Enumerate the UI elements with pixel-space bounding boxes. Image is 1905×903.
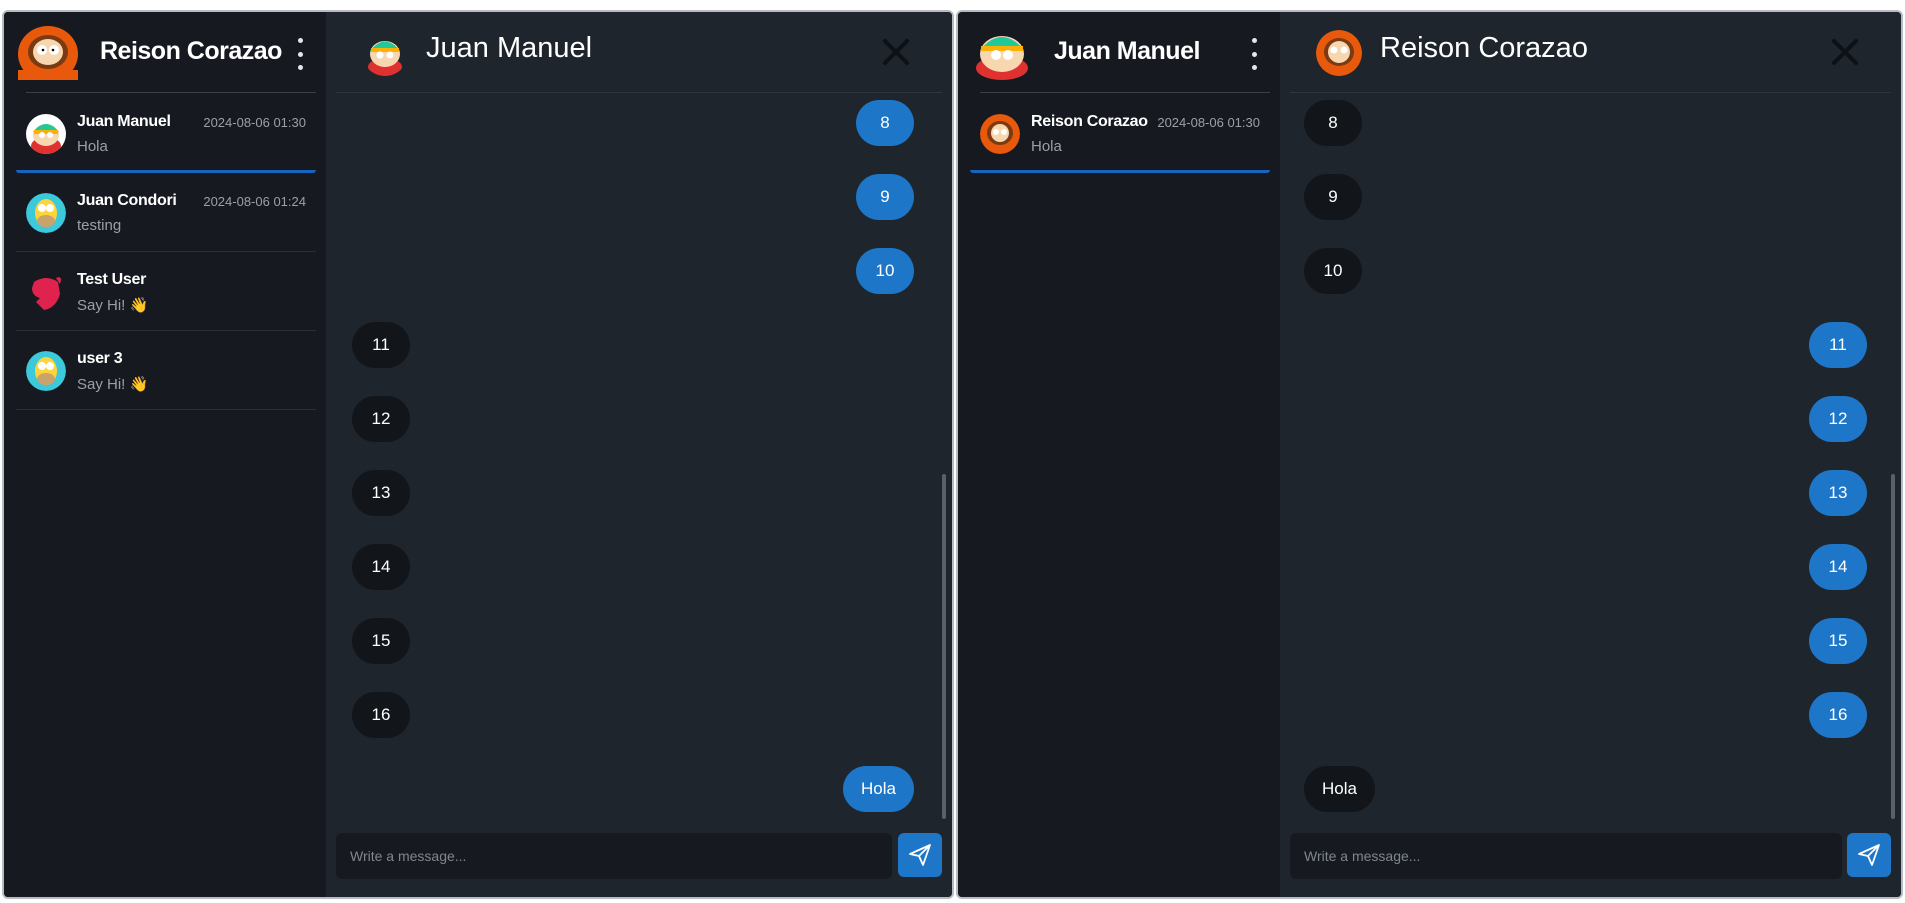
- scrollbar[interactable]: [942, 94, 948, 819]
- message-bubble: 13: [352, 470, 410, 516]
- message-bubble: 13: [1809, 470, 1867, 516]
- conversation-time: 2024-08-06 01:30: [1157, 115, 1260, 130]
- divider: [980, 92, 1270, 93]
- message-list: 8 9 10 11 12 13 14 15 16 Hola: [326, 94, 938, 815]
- message-composer: [336, 833, 942, 879]
- conversation-name: Juan Manuel: [77, 113, 171, 130]
- chat-panel: Juan Manuel 8 9 10 11 12 13 14 15 16 Hol…: [326, 12, 952, 897]
- message-bubble: 14: [1809, 544, 1867, 590]
- current-user-name: Juan Manuel: [1054, 37, 1200, 65]
- sidebar: Juan Manuel Reison Corazao 2024-08-06 01…: [958, 12, 1280, 897]
- conversation-name: user 3: [77, 350, 123, 367]
- more-options-icon[interactable]: [1250, 38, 1258, 70]
- message-bubble: Hola: [1304, 766, 1375, 812]
- chat-header: Juan Manuel: [326, 12, 952, 93]
- sidebar-header: Juan Manuel: [958, 12, 1280, 93]
- chat-window-juan: Juan Manuel Reison Corazao 2024-08-06 01…: [956, 10, 1903, 899]
- send-icon: [1858, 844, 1880, 866]
- conversation-name: Reison Corazao: [1031, 113, 1148, 130]
- message-bubble: 9: [856, 174, 914, 220]
- chat-panel: Reison Corazao 8 9 10 11 12 13 14 15 16 …: [1280, 12, 1901, 897]
- conversation-preview: testing: [77, 217, 122, 234]
- divider: [336, 92, 942, 93]
- scrollbar[interactable]: [1891, 94, 1897, 819]
- message-bubble: 8: [1304, 100, 1362, 146]
- kenny-avatar: [980, 114, 1020, 154]
- conversation-name: Juan Condori: [77, 192, 177, 209]
- conversation-preview: Hola: [77, 138, 108, 155]
- conversation-item-juan-condori[interactable]: Juan Condori 2024-08-06 01:24 testing: [16, 173, 316, 252]
- chat-title: Juan Manuel: [426, 32, 593, 64]
- cartman-avatar[interactable]: [972, 24, 1032, 80]
- scrollbar-thumb[interactable]: [1891, 474, 1895, 819]
- message-composer: [1290, 833, 1891, 879]
- conversation-time: 2024-08-06 01:30: [203, 115, 306, 130]
- message-bubble: 16: [352, 692, 410, 738]
- conversation-time: 2024-08-06 01:24: [203, 194, 306, 209]
- cartman-avatar: [368, 41, 402, 76]
- chat-window-reison: Reison Corazao Juan Manuel 2024-08-06 01…: [2, 10, 954, 899]
- current-user-name: Reison Corazao: [100, 37, 282, 65]
- nest-logo-avatar: [32, 276, 62, 310]
- conversation-name: Test User: [77, 271, 147, 288]
- conversation-preview: Say Hi! 👋: [77, 297, 149, 314]
- message-bubble: 16: [1809, 692, 1867, 738]
- conversation-preview: Say Hi! 👋: [77, 376, 149, 393]
- send-button[interactable]: [1847, 833, 1891, 877]
- message-bubble: 14: [352, 544, 410, 590]
- close-icon[interactable]: [1829, 36, 1861, 68]
- more-options-icon[interactable]: [296, 38, 304, 70]
- divider: [1290, 92, 1891, 93]
- conversation-item-juan-manuel[interactable]: Juan Manuel 2024-08-06 01:30 Hola: [16, 94, 316, 173]
- conversation-list: Reison Corazao 2024-08-06 01:30 Hola: [970, 94, 1270, 173]
- message-bubble: 8: [856, 100, 914, 146]
- kenny-avatar[interactable]: [18, 24, 78, 80]
- close-icon[interactable]: [880, 36, 912, 68]
- send-icon: [909, 844, 931, 866]
- message-bubble: 10: [856, 248, 914, 294]
- message-bubble: 9: [1304, 174, 1362, 220]
- send-button[interactable]: [898, 833, 942, 877]
- conversation-item-test-user[interactable]: Test User Say Hi! 👋: [16, 252, 316, 331]
- message-bubble: 12: [352, 396, 410, 442]
- message-bubble: 12: [1809, 396, 1867, 442]
- kenny-avatar: [1316, 30, 1362, 76]
- chat-header: Reison Corazao: [1280, 12, 1901, 93]
- homer-avatar: [26, 193, 66, 233]
- conversation-item-user-3[interactable]: user 3 Say Hi! 👋: [16, 331, 316, 410]
- conversation-item-reison-corazao[interactable]: Reison Corazao 2024-08-06 01:30 Hola: [970, 94, 1270, 173]
- message-bubble: Hola: [843, 766, 914, 812]
- divider: [26, 92, 316, 93]
- sidebar: Reison Corazao Juan Manuel 2024-08-06 01…: [4, 12, 326, 897]
- conversation-preview: Hola: [1031, 138, 1062, 155]
- message-input[interactable]: [336, 833, 892, 879]
- message-bubble: 11: [352, 322, 410, 368]
- message-input[interactable]: [1290, 833, 1842, 879]
- message-bubble: 11: [1809, 322, 1867, 368]
- chat-title: Reison Corazao: [1380, 32, 1588, 64]
- message-list: 8 9 10 11 12 13 14 15 16 Hola: [1280, 94, 1887, 815]
- cartman-avatar: [26, 114, 66, 154]
- conversation-list: Juan Manuel 2024-08-06 01:30 Hola Juan C…: [16, 94, 316, 410]
- message-bubble: 15: [1809, 618, 1867, 664]
- message-bubble: 10: [1304, 248, 1362, 294]
- homer-avatar: [26, 351, 66, 391]
- message-bubble: 15: [352, 618, 410, 664]
- scrollbar-thumb[interactable]: [942, 474, 946, 819]
- sidebar-header: Reison Corazao: [4, 12, 326, 93]
